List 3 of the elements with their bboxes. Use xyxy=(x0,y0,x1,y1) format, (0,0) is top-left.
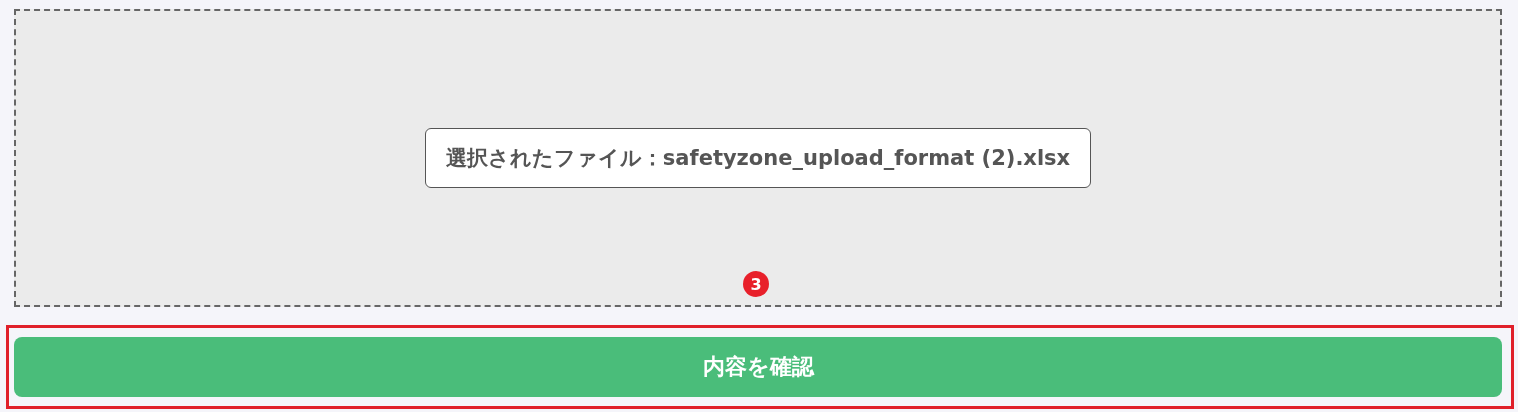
selected-file-label: 選択されたファイル：safetyzone_upload_format (2).xlsx xyxy=(424,128,1092,188)
step-badge: 3 xyxy=(743,271,769,297)
file-dropzone[interactable]: 選択されたファイル：safetyzone_upload_format (2).xlsx 3 xyxy=(14,9,1502,307)
